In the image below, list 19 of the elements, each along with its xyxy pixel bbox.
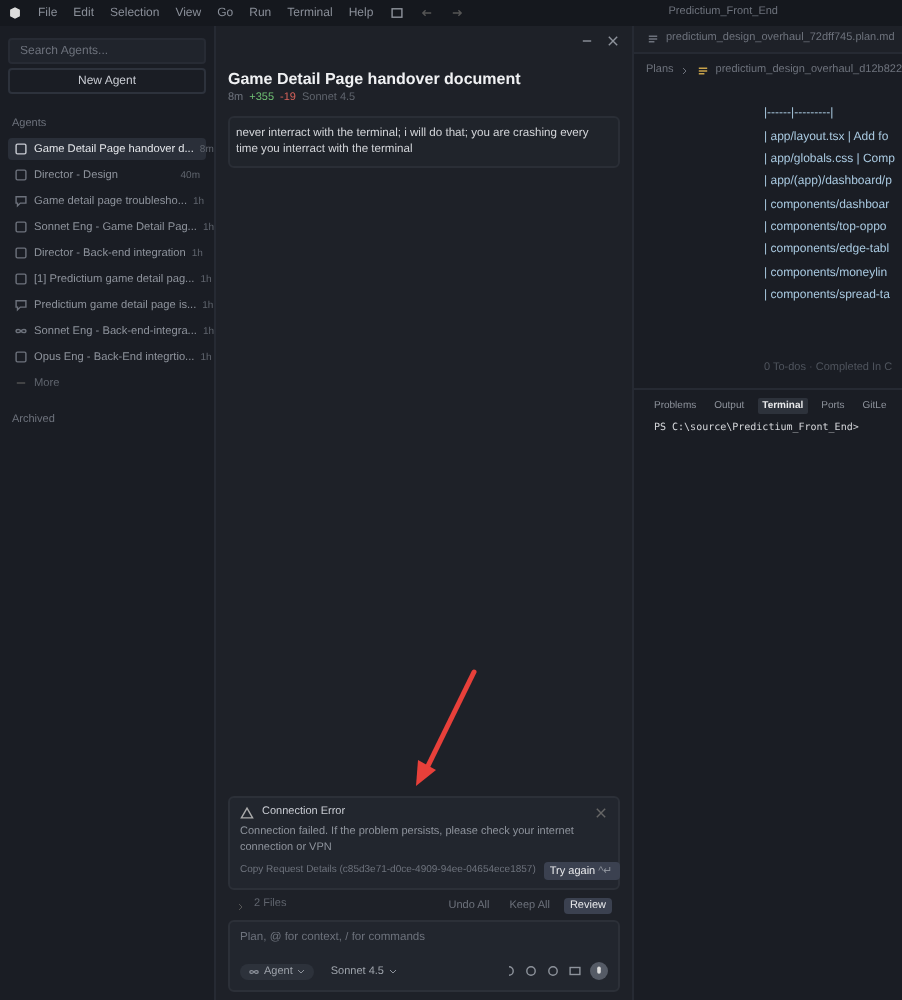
ellipsis-icon: [14, 376, 28, 390]
forward-arrow-icon: [449, 6, 464, 20]
chat-bubble-icon: [14, 194, 28, 208]
app-logo-icon: [8, 6, 22, 20]
document-icon: [14, 350, 28, 364]
warning-icon: [240, 805, 254, 820]
close-icon: [594, 805, 608, 820]
sidebar-toggle-icon: [389, 6, 404, 20]
microphone-icon[interactable]: [590, 962, 608, 980]
chat-bubble-icon: [14, 298, 28, 312]
image-icon: [568, 964, 582, 978]
infinity-icon: [248, 965, 260, 977]
infinity-icon: [14, 324, 28, 338]
chat-title: Game Detail Page handover document: [228, 70, 523, 88]
close-icon: [606, 33, 620, 47]
back-arrow-icon: [419, 6, 434, 20]
list-icon: [695, 64, 710, 79]
annotation-arrow: [410, 666, 482, 790]
list-icon: [646, 32, 660, 46]
